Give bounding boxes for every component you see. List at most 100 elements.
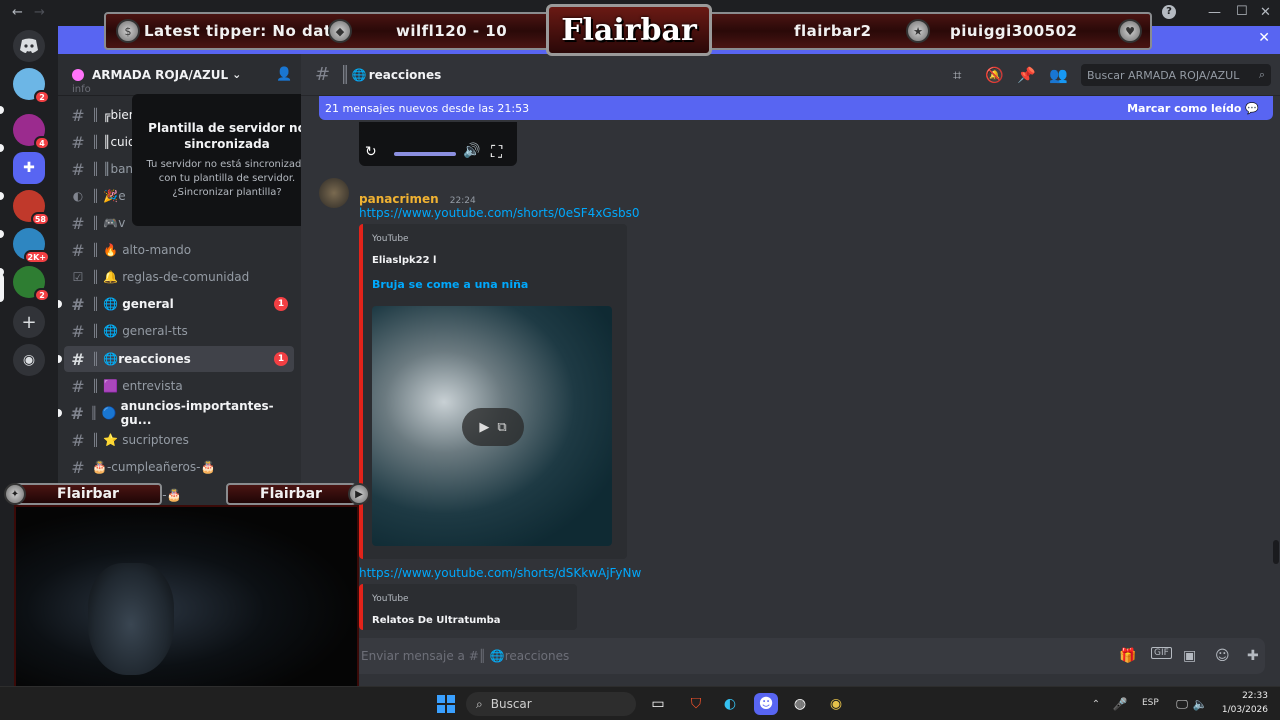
discord-taskbar-icon[interactable]: ☻: [754, 693, 778, 715]
avatar[interactable]: [319, 178, 349, 208]
task-view-icon[interactable]: ▭: [646, 693, 670, 715]
pin-icon[interactable]: 📌: [1017, 66, 1036, 84]
popup-body[interactable]: Tu servidor no está sincronizado con tu …: [144, 158, 310, 200]
minimize-button[interactable]: —: [1208, 5, 1221, 20]
server-icon-3[interactable]: ✚: [13, 152, 45, 184]
microphone-icon[interactable]: 🎤: [1108, 693, 1132, 715]
play-button[interactable]: ▶ ⧉: [462, 408, 524, 446]
template-sync-popup: ✕ Plantilla de servidor no sincronizada …: [132, 94, 322, 226]
back-arrow-icon[interactable]: ←: [12, 5, 23, 20]
server-badge: 2: [34, 90, 50, 104]
add-member-icon[interactable]: 👤: [276, 67, 292, 82]
server-icon-1[interactable]: 2: [13, 68, 50, 104]
fullscreen-icon[interactable]: ⛶: [491, 142, 502, 162]
search-input[interactable]: Buscar ARMADA ROJA/AZUL ⌕: [1081, 64, 1271, 86]
channel-emoji: 🟪: [103, 379, 119, 393]
replay-icon[interactable]: ↻: [365, 144, 377, 160]
channel-item[interactable]: # ║ 🌐 general 1: [58, 291, 294, 317]
unread-pill: [58, 355, 62, 363]
channel-hash-icon: #: [315, 64, 331, 85]
forward-arrow-icon[interactable]: →: [34, 5, 45, 20]
channel-item[interactable]: # ║ 🟪 entrevista: [64, 373, 294, 399]
scrollbar-thumb[interactable]: [1273, 540, 1279, 564]
embed-title[interactable]: Bruja se come a una niña: [372, 278, 528, 291]
embed-author[interactable]: Relatos De Ultratumba: [372, 615, 501, 626]
heart-medal-icon: ♥: [1118, 19, 1142, 43]
server-icon-5[interactable]: 2K+: [13, 228, 50, 264]
channel-label: -cumpleañeros-🎂: [106, 460, 216, 474]
volume-icon[interactable]: 🔊: [463, 143, 480, 159]
channel-item[interactable]: # ║ 🔥 alto-mando: [64, 237, 294, 263]
channel-item[interactable]: # ║ 🌐 general-tts: [64, 318, 294, 344]
close-banner-icon[interactable]: ✕: [1258, 30, 1270, 46]
taskbar-search[interactable]: ⌕ Buscar: [466, 692, 636, 716]
top-user-3: piuiggi300502: [950, 22, 1078, 40]
channel-item[interactable]: # 🎂 -cumpleañeros-🎂: [64, 454, 294, 480]
apps-icon[interactable]: ✚: [1247, 648, 1259, 664]
channel-label: general-tts: [122, 324, 188, 338]
windows-start-icon[interactable]: [434, 693, 458, 715]
channel-label: entrevista: [122, 379, 183, 393]
globe-icon: 🌐: [351, 67, 367, 82]
discord-logo-icon: [20, 38, 38, 53]
taskbar-clock[interactable]: 22:33 1/03/2026: [1220, 689, 1268, 717]
star-medal-icon: ★: [906, 19, 930, 43]
edge-browser-icon[interactable]: ◐: [718, 693, 742, 715]
add-server-icon[interactable]: +: [13, 306, 45, 338]
server-icon-4[interactable]: 58: [13, 190, 50, 226]
gif-icon[interactable]: GIF: [1151, 647, 1172, 659]
emoji-icon[interactable]: ☺: [1215, 648, 1230, 664]
speaker-icon[interactable]: 🔈: [1188, 693, 1212, 715]
bird-medal-icon: ✦: [4, 483, 26, 505]
close-window-button[interactable]: ✕: [1260, 5, 1271, 20]
embed-provider: YouTube: [372, 234, 409, 244]
selected-pill: [0, 274, 4, 302]
channel-emoji: 🎂: [92, 460, 107, 474]
threads-icon[interactable]: ⌗: [953, 66, 961, 84]
channel-emoji: 🔔: [103, 270, 119, 284]
tray-overflow-icon[interactable]: ⌃: [1084, 693, 1108, 715]
volume-slider[interactable]: [394, 152, 456, 156]
webcam-face: [88, 563, 174, 675]
youtube-link-2[interactable]: https://www.youtube.com/shorts/dSKkwAjFy…: [359, 566, 641, 580]
channel-item-active[interactable]: # ║ 🌐 reacciones 1: [58, 346, 294, 372]
language-indicator[interactable]: ESP: [1142, 698, 1159, 708]
members-icon[interactable]: 👥: [1049, 66, 1068, 84]
mark-as-read-button[interactable]: Marcar como leído 💬: [1127, 102, 1259, 115]
embed-author[interactable]: Eliaslpk22 l: [372, 255, 436, 266]
channel-emoji: 🌐: [103, 324, 119, 338]
message-author[interactable]: panacrimen: [359, 192, 439, 206]
app-taskbar-icon[interactable]: ◉: [824, 693, 848, 715]
server-header[interactable]: ARMADA ROJA/AZUL ⌄ 👤: [58, 54, 301, 96]
help-icon[interactable]: ?: [1162, 5, 1176, 19]
composer-placeholder: Enviar mensaje a #║ 🌐reacciones: [361, 649, 570, 663]
sticker-icon[interactable]: ▣: [1183, 648, 1196, 664]
obs-taskbar-icon[interactable]: ◍: [788, 693, 812, 715]
server-icon-2[interactable]: 4: [13, 114, 50, 150]
channel-emoji: 🔥: [103, 243, 119, 257]
gift-icon[interactable]: 🎁: [1119, 648, 1136, 664]
maximize-button[interactable]: ☐: [1236, 4, 1248, 19]
mark-as-read-label: Marcar como leído: [1127, 101, 1242, 115]
chevron-down-icon: ⌄: [232, 68, 242, 81]
explore-compass-icon[interactable]: ◉: [13, 344, 45, 376]
channel-title: reacciones: [368, 67, 442, 82]
dollar-medal-icon: $: [116, 19, 140, 43]
channel-item[interactable]: # ║ ⭐ sucriptores: [64, 427, 294, 453]
clock-date: 1/03/2026: [1221, 705, 1268, 715]
discord-home-button[interactable]: [13, 30, 45, 62]
server-icon-6[interactable]: 2: [13, 266, 50, 302]
channel-item[interactable]: # ║ 🔵 anuncios-importantes-gu...: [58, 399, 294, 427]
brave-browser-icon[interactable]: ⛉: [684, 693, 708, 715]
channel-label: v: [118, 216, 126, 230]
channel-emoji: 🔵: [101, 406, 117, 420]
youtube-link-1[interactable]: https://www.youtube.com/shorts/0eSF4xGsb…: [359, 206, 639, 220]
cam-tag-top-left: Flairbar: [14, 483, 162, 505]
video-thumbnail[interactable]: ▶ ⧉: [372, 306, 612, 546]
search-icon: ⌕: [1258, 68, 1265, 81]
new-messages-bar[interactable]: 21 mensajes nuevos desde las 21:53 Marca…: [319, 96, 1273, 120]
server-badge: 2: [34, 288, 50, 302]
channel-item[interactable]: ☑ ║ 🔔 reglas-de-comunidad: [64, 264, 294, 290]
channel-emoji: 🎮: [103, 216, 119, 230]
mute-bell-icon[interactable]: 🔕: [985, 66, 1004, 84]
